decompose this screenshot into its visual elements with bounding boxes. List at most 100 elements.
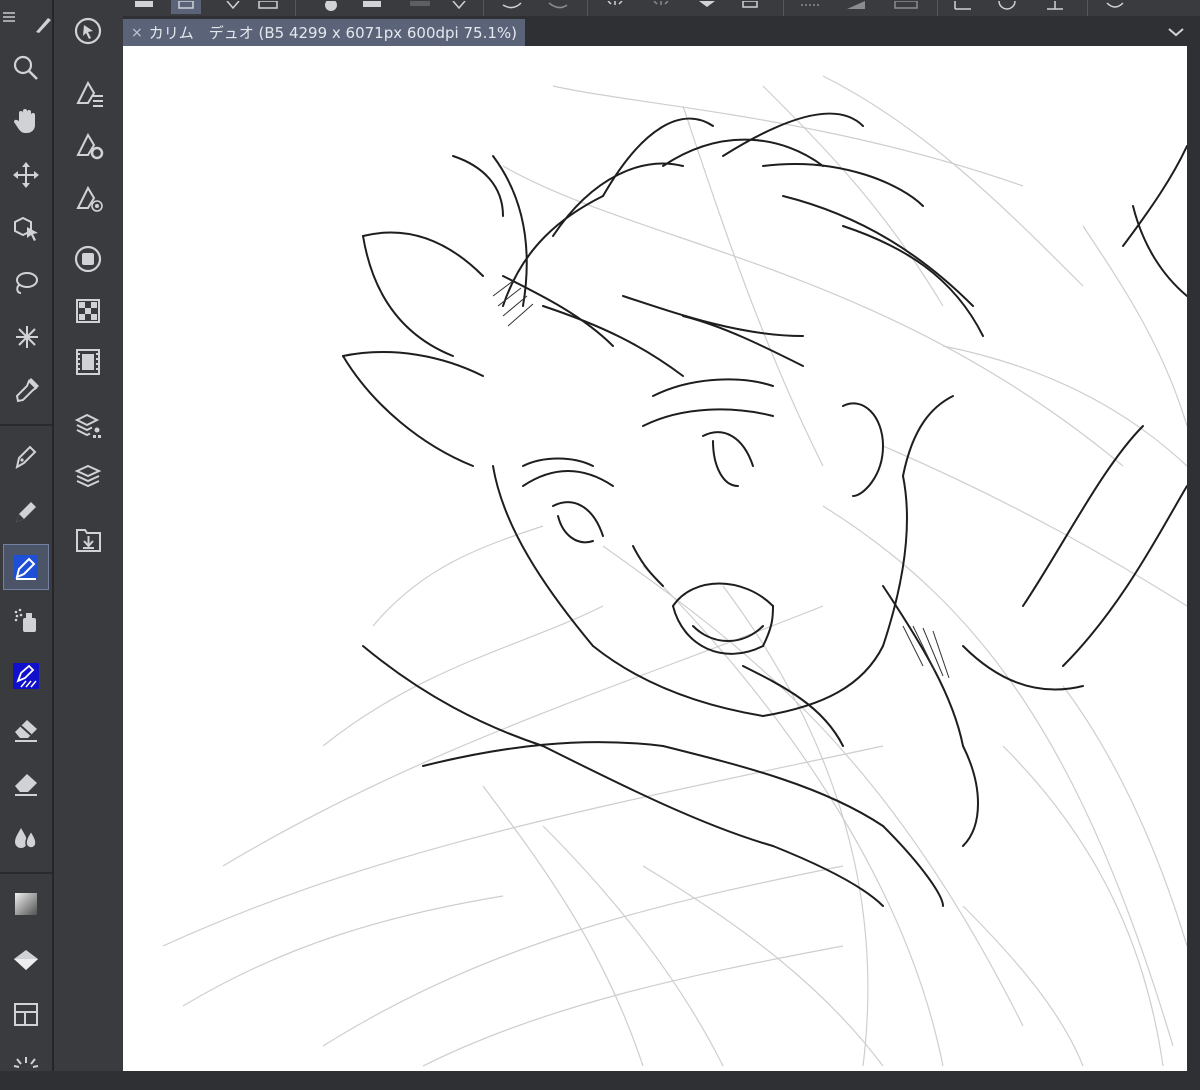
copy-dropdown-button[interactable] [449,0,473,14]
balloon-button[interactable] [1103,0,1127,14]
ruler-button[interactable] [893,0,918,14]
toolbar-separator [1087,0,1088,16]
add-layer-button[interactable] [315,0,339,14]
snap-icon [954,1,971,10]
close-tab-icon[interactable]: × [131,25,143,41]
document-tab-bar: × カリム デュオ (B5 4299 x 6071px 600dpi 75.1%… [123,16,1200,46]
move-icon [13,162,39,188]
sub-tool-settings-button[interactable] [74,131,106,163]
move-tool[interactable] [4,153,48,197]
snap-grid-button[interactable] [1043,0,1067,14]
soft-eraser-icon [15,774,37,796]
tab-list-button[interactable] [1166,24,1186,40]
undo-button[interactable] [501,0,525,14]
color-set-button[interactable] [73,296,103,326]
figure-tool[interactable] [4,1046,48,1090]
frame-border-icon [14,1003,38,1026]
figure-icon [13,1057,39,1068]
pen-tip-icon [34,14,52,34]
tool-separator [0,872,52,874]
clear-button[interactable] [603,0,627,14]
auto-select-tool[interactable] [4,315,48,359]
clear-outside-icon [653,0,669,5]
copy-button[interactable] [408,0,432,14]
sub-tool-target-button[interactable] [74,184,106,216]
clear-icon [607,0,623,5]
eyedropper-tool[interactable] [4,369,48,413]
pencil-icon [16,502,36,522]
toolbar-separator [483,0,484,16]
save-icon [178,0,194,9]
selection-button[interactable] [799,0,823,14]
pen-icon [15,445,37,469]
clear-outside-button[interactable] [649,0,673,14]
dropdown-button[interactable] [223,0,247,14]
zoom-tool[interactable] [4,46,48,90]
pen-tool[interactable] [4,434,48,478]
snap-button[interactable] [951,0,975,14]
brush-tool[interactable] [3,544,49,590]
sub-tool-detail-button[interactable] [74,79,106,111]
selection-icon [801,4,821,6]
object-select-tool[interactable] [4,206,48,250]
snap-grid-icon [1047,1,1063,10]
tool-palette [0,0,54,1071]
lasso-tool[interactable] [4,261,48,305]
layer-icon [74,464,102,488]
transform-icon [742,0,758,8]
hand-icon [13,109,35,133]
airbrush-tool[interactable] [4,599,48,643]
pencil-tool[interactable] [4,489,48,533]
transform-button[interactable] [739,0,763,14]
material-button[interactable] [73,524,105,556]
layer-button[interactable] [73,461,105,493]
paste-button[interactable] [361,0,385,14]
add-layer-icon [325,0,337,11]
brush-size-icon [76,132,104,160]
fill-selection-button[interactable] [695,0,719,14]
toolbar-separator [587,0,588,16]
animation-button[interactable] [73,347,103,377]
blend-tool[interactable] [4,815,48,859]
decoration-tool[interactable] [4,654,48,698]
tool-separator [0,424,52,426]
color-wheel-button[interactable] [73,244,103,274]
document-tab[interactable]: × カリム デュオ (B5 4299 x 6071px 600dpi 75.1%… [123,19,525,46]
command-palette [54,0,123,1071]
drawing-canvas[interactable] [123,46,1187,1071]
airbrush-icon [14,608,36,632]
fill-icon [14,950,38,970]
balloon-icon [1106,2,1124,8]
color-wheel-icon [74,245,102,273]
snap-circle-button[interactable] [995,0,1019,14]
tool-property-button[interactable] [73,16,103,46]
hand-tool[interactable] [4,99,48,143]
paste-icon [363,1,381,7]
redo-button[interactable] [547,0,571,14]
object-select-icon [14,216,38,241]
palette-menu-icon[interactable] [3,8,17,22]
soft-eraser-tool[interactable] [4,761,48,805]
ruler-icon [894,0,918,9]
new-file-button[interactable] [133,0,157,14]
decoration-icon [13,663,39,689]
layer-property-button[interactable] [73,410,105,442]
frame-tool[interactable] [4,992,48,1036]
export-button[interactable] [257,0,281,14]
material-icon [76,529,101,552]
save-button[interactable] [171,0,201,14]
eraser-icon [15,720,37,742]
layer-property-icon [74,413,101,438]
eraser-tool[interactable] [4,707,48,751]
lasso-icon [16,272,38,294]
fill-tool[interactable] [4,937,48,981]
gradient-tool[interactable] [4,882,48,926]
undo-icon [502,2,522,9]
brush-icon [14,555,38,580]
tool-property-icon [74,17,102,45]
fill-selection-icon [699,1,715,7]
artwork-sketch [162,75,1187,1067]
selection-launcher-button[interactable] [845,0,869,14]
chevron-down-icon [452,0,466,10]
vertical-scrollbar[interactable] [1187,46,1200,1071]
